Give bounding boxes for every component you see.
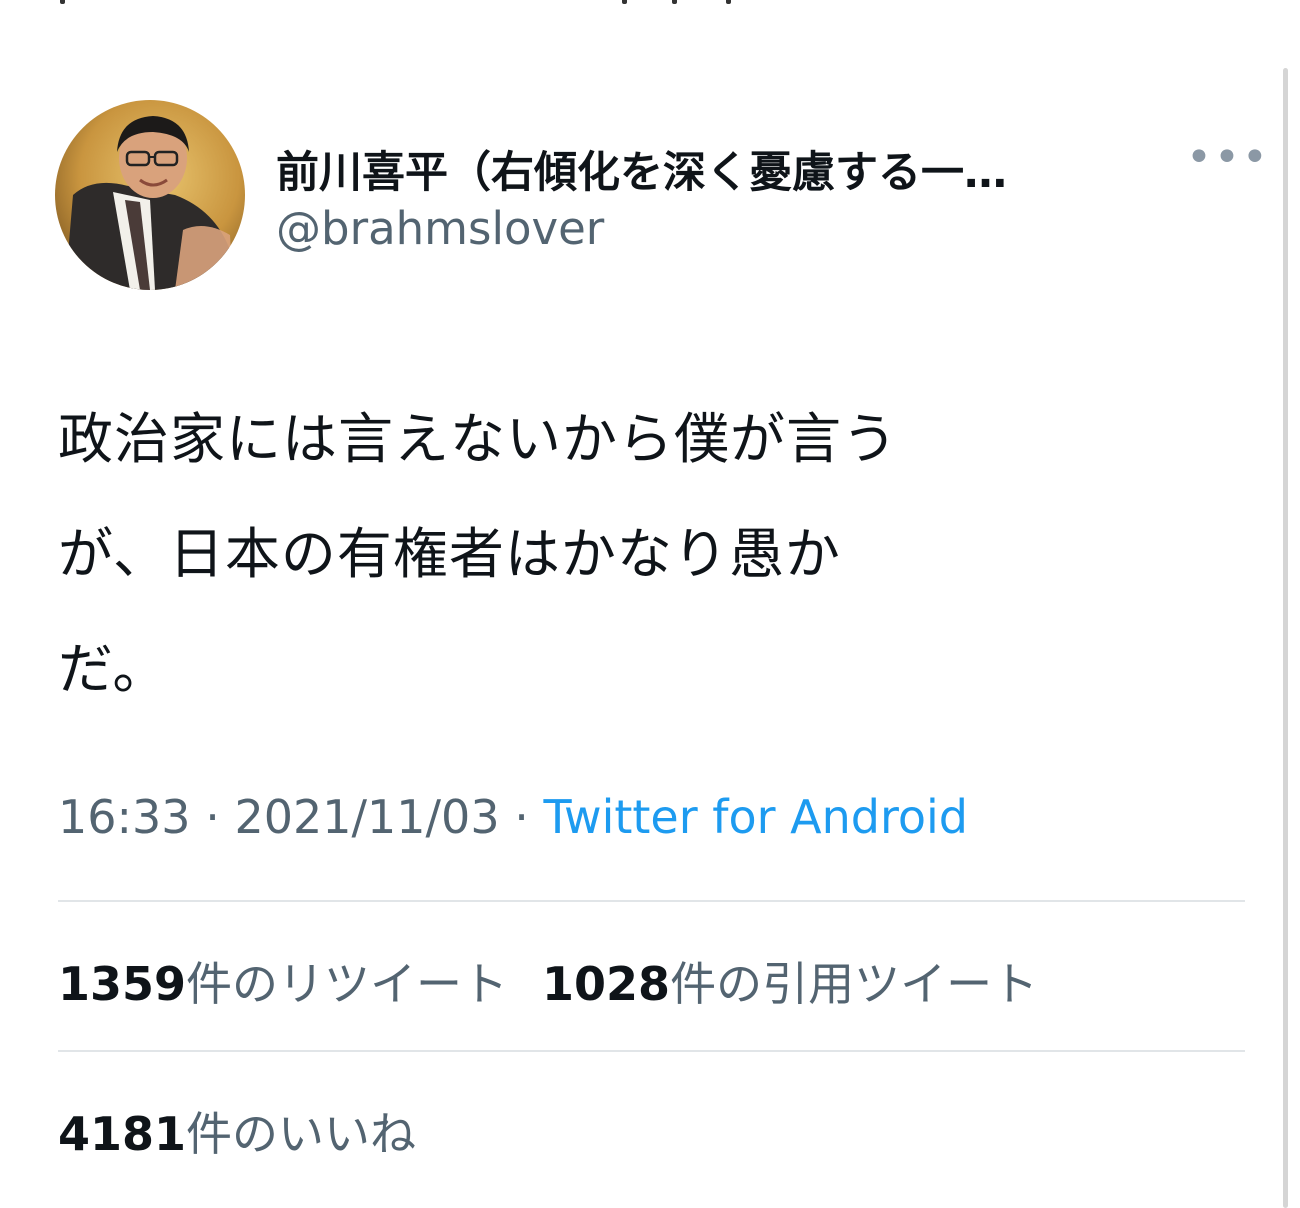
likes-stat-row: 4181件のいいね	[58, 1098, 416, 1164]
retweet-count: 1359	[58, 957, 187, 1011]
previous-content-remnant	[60, 0, 760, 10]
scrollbar[interactable]	[1283, 68, 1288, 1208]
like-label: 件のいいね	[186, 1107, 417, 1161]
retweet-label: 件のリツイート	[186, 957, 509, 1011]
tweet-text-line: 政治家には言えないから僕が言う	[58, 407, 899, 471]
avatar-image	[55, 100, 245, 290]
display-name[interactable]: 前川喜平（右傾化を深く憂慮する一…	[276, 138, 1156, 200]
like-count: 4181	[58, 1107, 187, 1161]
quote-count: 1028	[542, 957, 671, 1011]
tweet-date[interactable]: 2021/11/03	[234, 790, 499, 844]
separator: ·	[514, 790, 529, 844]
like-stat[interactable]: 4181件のいいね	[58, 1107, 416, 1161]
tweet-text-line: が、日本の有権者はかなり愚か	[58, 522, 841, 586]
separator: ·	[205, 790, 220, 844]
tweet-metadata: 16:33 · 2021/11/03 · Twitter for Android	[58, 790, 968, 844]
tweet-source-link[interactable]: Twitter for Android	[543, 790, 968, 844]
tweet-text: 政治家には言えないから僕が言う が、日本の有権者はかなり愚か だ。	[58, 382, 1218, 727]
more-horizontal-icon: •••	[1186, 132, 1270, 183]
more-options-button[interactable]: •••	[1186, 136, 1270, 180]
user-handle[interactable]: @brahmslover	[276, 202, 604, 255]
engagement-stats-row: 1359件のリツイート 1028件の引用ツイート	[58, 948, 1038, 1014]
tweet-text-line: だ。	[58, 637, 169, 701]
avatar[interactable]	[55, 100, 245, 290]
tweet-time[interactable]: 16:33	[58, 790, 191, 844]
quote-stat[interactable]: 1028件の引用ツイート	[542, 957, 1038, 1011]
quote-label: 件の引用ツイート	[670, 957, 1039, 1011]
divider	[58, 1050, 1245, 1052]
divider	[58, 900, 1245, 902]
retweet-stat[interactable]: 1359件のリツイート	[58, 957, 508, 1011]
